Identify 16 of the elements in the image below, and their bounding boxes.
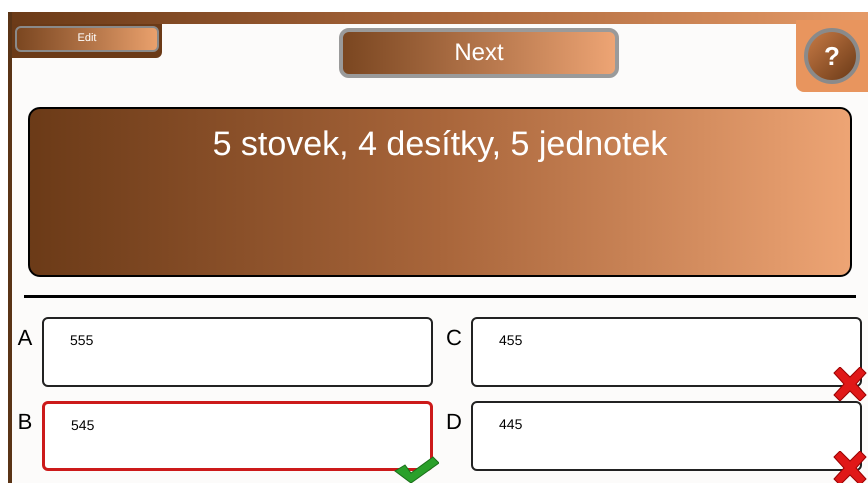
answer-letter: D	[445, 408, 463, 433]
answer-box[interactable]: 545	[42, 401, 433, 471]
question-text: 5 stovek, 4 desítky, 5 jednotek	[212, 124, 668, 165]
answer-letter: A	[16, 324, 34, 349]
answer-letter: B	[16, 408, 34, 433]
answer-box[interactable]: 555	[42, 317, 433, 387]
answer-text: 455	[499, 332, 522, 348]
answer-text: 445	[499, 416, 522, 432]
answer-text: 545	[71, 417, 94, 433]
help-button[interactable]: ?	[804, 28, 860, 84]
answer-text: 555	[70, 332, 94, 348]
answer-box[interactable]: 455	[471, 317, 862, 387]
answer-letter: C	[445, 324, 463, 349]
next-button[interactable]: Next	[339, 28, 619, 78]
edit-button[interactable]: Edit	[15, 26, 159, 52]
answer-box[interactable]: 445	[471, 401, 862, 471]
